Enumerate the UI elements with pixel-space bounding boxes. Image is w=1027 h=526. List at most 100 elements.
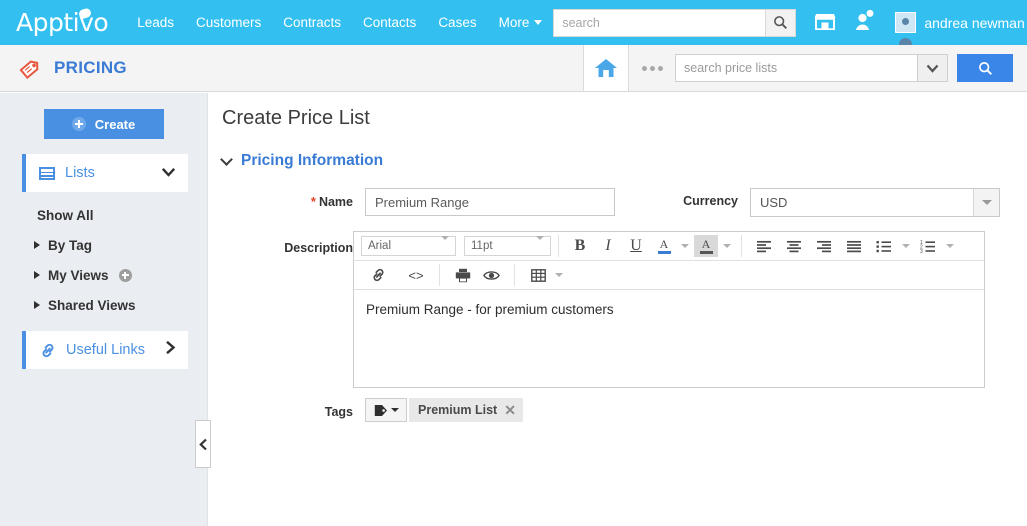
sidebar-item-lists[interactable]: Lists <box>22 154 188 192</box>
sidebar-item-lists-label: Lists <box>65 165 95 181</box>
text-color-glyph: A <box>659 236 669 251</box>
add-view-icon[interactable] <box>118 268 132 282</box>
toolbar-divider <box>741 235 742 257</box>
magnifier-icon <box>774 16 788 29</box>
description-text-area[interactable]: Premium Range - for premium customers <box>354 290 984 387</box>
currency-select[interactable]: USD <box>750 188 1000 217</box>
source-code-button[interactable]: <> <box>404 264 428 286</box>
chevron-down-icon <box>536 236 544 252</box>
highlight-color-swatch <box>699 250 713 254</box>
chevron-down-icon <box>161 164 176 182</box>
home-button[interactable] <box>583 45 629 91</box>
tags-picker-button[interactable] <box>365 398 407 422</box>
page-title: Create Price List <box>222 107 370 129</box>
underline-button[interactable]: U <box>624 235 648 257</box>
ellipsis-icon <box>657 65 663 71</box>
app-header-right <box>583 45 1027 92</box>
insert-table-button[interactable] <box>526 264 550 286</box>
print-button[interactable] <box>451 264 475 286</box>
username-label[interactable]: andrea newman <box>924 15 1024 31</box>
preview-button[interactable] <box>479 264 503 286</box>
font-family-select[interactable]: Arial <box>361 236 456 256</box>
numbered-list-button[interactable]: 123 <box>915 235 941 257</box>
font-size-select[interactable]: 11pt <box>464 236 551 256</box>
chevron-down-icon <box>220 152 233 166</box>
add-user-button[interactable] <box>854 9 875 36</box>
price-list-search-dropdown[interactable] <box>917 54 948 82</box>
nav-item-cases[interactable]: Cases <box>427 15 487 30</box>
create-button[interactable]: Create <box>43 109 164 139</box>
nav-item-leads[interactable]: Leads <box>126 15 185 30</box>
magnifier-icon <box>978 61 992 75</box>
nav-item-contacts[interactable]: Contacts <box>352 15 427 30</box>
chevron-down-icon <box>441 236 449 252</box>
sidebar-item-useful-links-label: Useful Links <box>66 342 145 358</box>
price-list-search <box>675 54 1013 82</box>
bullet-list-caret[interactable] <box>899 235 913 257</box>
logo-text: Apptivo <box>16 8 109 37</box>
topbar-right-group: andrea newman <box>553 0 1027 45</box>
avatar[interactable] <box>895 12 917 45</box>
text-color-caret[interactable] <box>678 235 692 257</box>
storefront-icon <box>814 14 836 31</box>
italic-button[interactable]: I <box>596 235 620 257</box>
nav-item-customers[interactable]: Customers <box>185 15 272 30</box>
close-x-icon[interactable]: ✕ <box>504 403 516 417</box>
price-list-search-button[interactable] <box>957 54 1013 82</box>
tags-label: Tags <box>324 405 353 419</box>
svg-text:3: 3 <box>920 249 923 253</box>
sidebar-item-useful-links[interactable]: Useful Links <box>22 331 188 369</box>
form-row-currency: Currency USD <box>670 188 1000 217</box>
create-button-label: Create <box>94 116 136 132</box>
apptivo-logo[interactable]: Apptivo <box>16 7 109 37</box>
name-label-wrap: * Name <box>303 188 353 209</box>
home-icon <box>595 59 617 77</box>
sidebar-item-by-tag[interactable]: By Tag <box>0 230 207 260</box>
more-options-button[interactable] <box>629 45 675 91</box>
page-app-title: PRICING <box>54 58 127 77</box>
numbered-list-caret[interactable] <box>943 235 957 257</box>
price-tag-icon <box>18 55 44 81</box>
sidebar-item-show-all[interactable]: Show All <box>0 200 207 230</box>
nav-item-more[interactable]: More <box>488 15 554 30</box>
currency-select-arrow[interactable] <box>973 189 999 216</box>
marketplace-button[interactable] <box>814 10 836 35</box>
align-left-button[interactable] <box>751 235 777 257</box>
table-icon <box>530 268 546 282</box>
sidebar-collapse-handle[interactable] <box>195 420 211 468</box>
toolbar-divider <box>558 235 559 257</box>
bold-button[interactable]: B <box>568 235 592 257</box>
plus-circle-icon <box>71 117 86 131</box>
required-asterisk: * <box>310 194 316 209</box>
add-user-icon <box>856 9 874 30</box>
bullet-list-button[interactable] <box>871 235 897 257</box>
align-right-button[interactable] <box>811 235 837 257</box>
align-justify-button[interactable] <box>841 235 867 257</box>
chevron-down-icon <box>534 20 543 25</box>
sidebar-item-show-all-label: Show All <box>37 207 94 223</box>
name-input[interactable] <box>365 188 615 216</box>
text-color-button[interactable]: A <box>652 235 676 257</box>
insert-link-button[interactable] <box>366 264 390 286</box>
align-center-button[interactable] <box>781 235 807 257</box>
global-search-input[interactable] <box>553 8 766 37</box>
chevron-left-icon <box>198 438 207 450</box>
nav-item-contracts[interactable]: Contracts <box>272 15 352 30</box>
app-header-left: PRICING <box>0 55 127 81</box>
toolbar-divider <box>514 264 515 286</box>
insert-table-caret[interactable] <box>552 264 566 286</box>
section-header-pricing-information[interactable]: Pricing Information <box>220 152 1027 170</box>
chevron-right-icon <box>34 241 40 249</box>
currency-label: Currency <box>683 194 738 208</box>
sidebar-item-shared-views[interactable]: Shared Views <box>0 290 207 320</box>
form-row-description: Description <box>270 235 353 255</box>
sidebar-item-my-views[interactable]: My Views <box>0 260 207 290</box>
global-search-button[interactable] <box>765 8 797 37</box>
price-list-search-input[interactable] <box>675 54 917 82</box>
description-editor: Arial 11pt B I U A A 1 2 3 <> Premium Ra… <box>353 231 985 388</box>
highlight-color-caret[interactable] <box>720 235 734 257</box>
app-header: PRICING <box>0 45 1027 92</box>
app-root: Apptivo Leads Customers Contracts Contac… <box>0 0 1027 526</box>
highlight-color-button[interactable]: A <box>694 235 718 257</box>
currency-select-value: USD <box>760 195 788 210</box>
